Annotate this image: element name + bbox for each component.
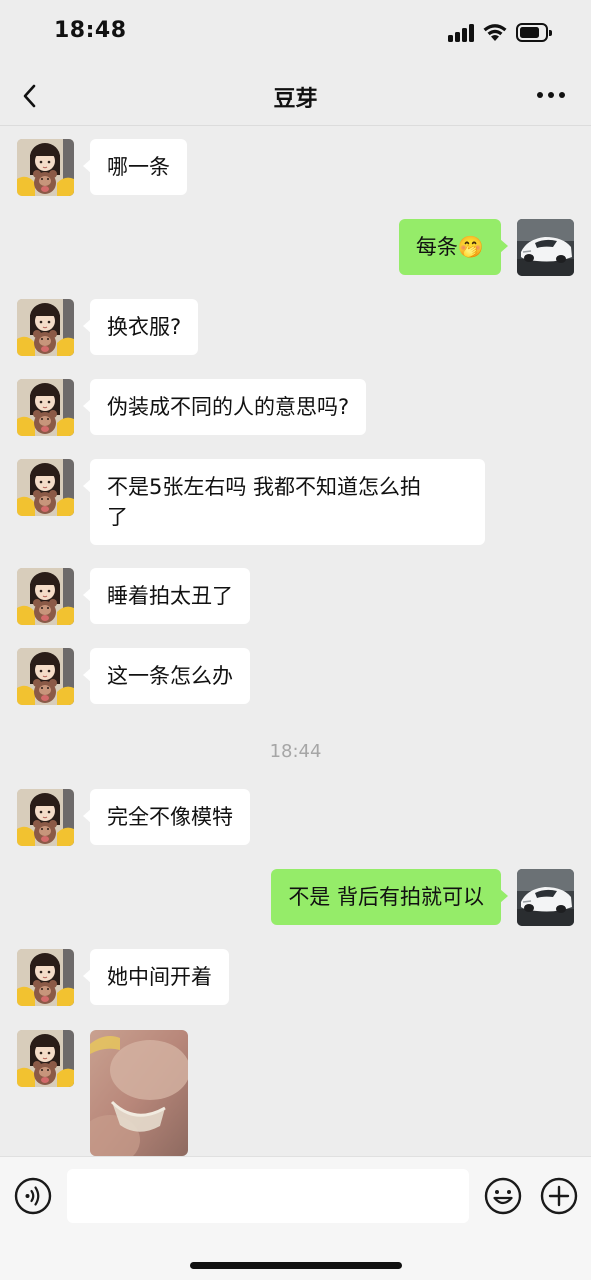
plus-icon[interactable] <box>540 1177 578 1215</box>
more-dots-icon[interactable] <box>537 92 567 100</box>
status-bar: 18:48 <box>0 0 591 66</box>
outgoing-message-bubble[interactable]: 每条🤭 <box>398 219 509 275</box>
incoming-message-bubble[interactable]: 不是5张左右吗 我都不知道怎么拍 了 <box>83 459 485 545</box>
input-bar <box>0 1156 591 1280</box>
my-avatar[interactable] <box>517 869 574 926</box>
contact-avatar[interactable] <box>17 459 74 516</box>
message-input[interactable] <box>67 1169 469 1223</box>
cellular-signal-icon <box>448 24 476 42</box>
contact-avatar[interactable] <box>17 568 74 625</box>
contact-avatar[interactable] <box>17 299 74 356</box>
emoji-icon[interactable] <box>484 1177 522 1215</box>
incoming-message-bubble[interactable]: 这一条怎么办 <box>83 648 250 704</box>
contact-avatar[interactable] <box>17 789 74 846</box>
incoming-message-bubble[interactable]: 换衣服? <box>82 299 199 355</box>
contact-avatar[interactable] <box>17 949 74 1006</box>
incoming-message-bubble[interactable]: 她中间开着 <box>83 949 229 1005</box>
message-timestamp: 18:44 <box>269 741 322 762</box>
incoming-message-bubble[interactable]: 伪装成不同的人的意思吗? <box>82 379 367 435</box>
outgoing-message-bubble[interactable]: 不是 背后有拍就可以 <box>271 869 508 925</box>
my-avatar[interactable] <box>517 219 574 276</box>
contact-avatar[interactable] <box>17 139 74 196</box>
battery-icon <box>516 23 552 42</box>
status-time: 18:48 <box>54 18 127 43</box>
voice-icon[interactable] <box>14 1177 52 1215</box>
chat-header: 豆芽 <box>0 66 591 126</box>
incoming-message-bubble[interactable]: 哪一条 <box>83 139 187 195</box>
image-message[interactable] <box>90 1030 188 1156</box>
home-indicator <box>190 1262 402 1269</box>
incoming-message-bubble[interactable]: 睡着拍太丑了 <box>83 568 250 624</box>
contact-avatar[interactable] <box>17 379 74 436</box>
wifi-icon <box>483 24 507 41</box>
contact-avatar[interactable] <box>17 1030 74 1087</box>
incoming-message-bubble[interactable]: 完全不像模特 <box>83 789 250 845</box>
contact-avatar[interactable] <box>17 648 74 705</box>
chat-title: 豆芽 <box>273 87 318 112</box>
